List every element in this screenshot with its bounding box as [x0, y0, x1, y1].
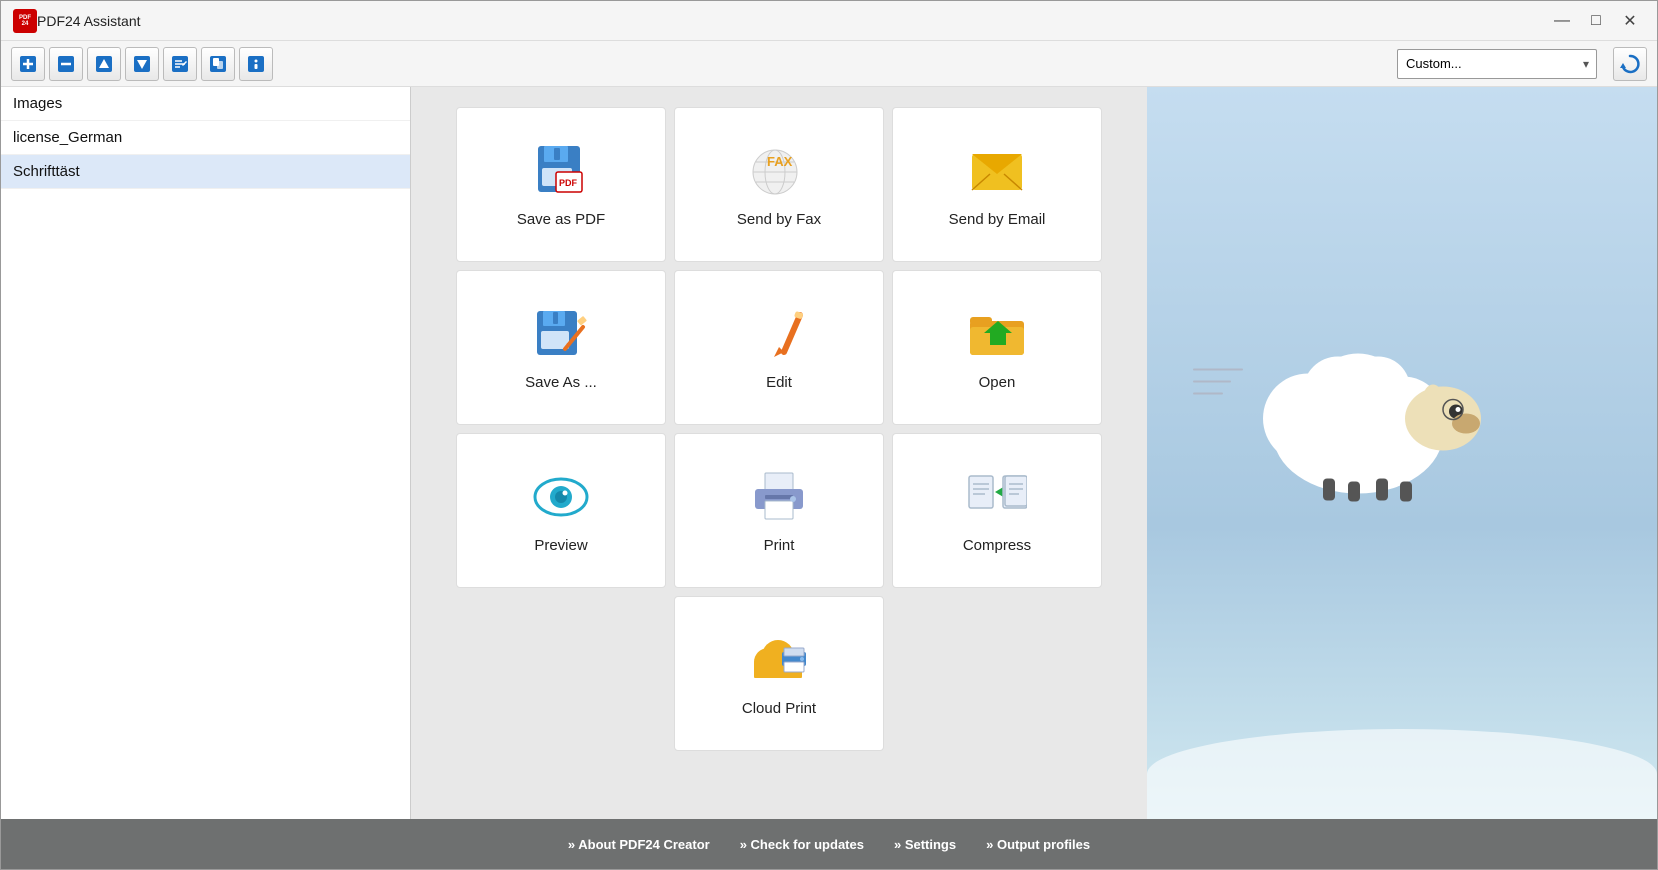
fax-icon: FAX — [749, 141, 809, 201]
minimize-button[interactable]: — — [1547, 8, 1577, 34]
cloud-print-label: Cloud Print — [742, 700, 816, 717]
print-label: Print — [764, 537, 795, 554]
add-icon — [18, 54, 38, 74]
refresh-icon — [1619, 53, 1641, 75]
sidebar-item-schriftfast[interactable]: Schrifttäst — [1, 155, 410, 189]
save-as-tile[interactable]: Save As ... — [456, 270, 666, 425]
add-button[interactable] — [11, 47, 45, 81]
minus-icon — [56, 54, 76, 74]
sidebar-item-images[interactable]: Images — [1, 87, 410, 121]
open-tile[interactable]: Open — [892, 270, 1102, 425]
preview-background — [1147, 87, 1657, 819]
snow-hill — [1147, 729, 1657, 819]
info-icon — [246, 54, 266, 74]
preview-panel — [1147, 87, 1657, 819]
send-by-email-label: Send by Email — [949, 211, 1046, 228]
updates-link[interactable]: Check for updates — [740, 837, 864, 852]
arrow-down-icon — [132, 54, 152, 74]
sidebar: Images license_German Schrifttäst — [1, 87, 411, 819]
bottom-bar: About PDF24 Creator Check for updates Se… — [1, 819, 1657, 869]
info-button[interactable] — [239, 47, 273, 81]
sidebar-item-license-german[interactable]: license_German — [1, 121, 410, 155]
pages-icon — [208, 54, 228, 74]
main-content: Images license_German Schrifttäst — [1, 87, 1657, 819]
send-by-email-tile[interactable]: Send by Email — [892, 107, 1102, 262]
dropdown-wrapper: Custom... Default High Quality Small Fil… — [1397, 49, 1597, 79]
close-button[interactable]: ✕ — [1615, 8, 1645, 34]
move-down-button[interactable] — [125, 47, 159, 81]
svg-text:FAX: FAX — [767, 154, 793, 169]
move-up-button[interactable] — [87, 47, 121, 81]
compress-tile[interactable]: Compress — [892, 433, 1102, 588]
print-icon — [751, 467, 807, 527]
send-by-fax-tile[interactable]: FAX Send by Fax — [674, 107, 884, 262]
motion-lines — [1193, 369, 1243, 395]
title-bar: PDF24 PDF24 Assistant — □ ✕ — [1, 1, 1657, 41]
profiles-link[interactable]: Output profiles — [986, 837, 1090, 852]
sheep-svg — [1248, 324, 1528, 504]
pages-button[interactable] — [201, 47, 235, 81]
refresh-button[interactable] — [1613, 47, 1647, 81]
remove-button[interactable] — [49, 47, 83, 81]
edit-tile[interactable]: Edit — [674, 270, 884, 425]
action-area: PDF Save as PDF FAX — [411, 87, 1147, 819]
settings-link[interactable]: Settings — [894, 837, 956, 852]
profile-select[interactable]: Custom... Default High Quality Small Fil… — [1397, 49, 1597, 79]
email-icon — [968, 141, 1026, 201]
sheep-illustration — [1248, 324, 1528, 509]
save-as-label: Save As ... — [525, 374, 597, 391]
save-as-icon — [533, 304, 589, 364]
preview-tile[interactable]: Preview — [456, 433, 666, 588]
edit-list-button[interactable] — [163, 47, 197, 81]
open-folder-icon — [968, 304, 1026, 364]
toolbar: Custom... Default High Quality Small Fil… — [1, 41, 1657, 87]
maximize-button[interactable]: □ — [1581, 8, 1611, 34]
arrow-up-icon — [94, 54, 114, 74]
open-label: Open — [979, 374, 1016, 391]
compress-label: Compress — [963, 537, 1031, 554]
print-tile[interactable]: Print — [674, 433, 884, 588]
window-controls: — □ ✕ — [1547, 8, 1645, 34]
preview-icon — [532, 467, 590, 527]
edit-label: Edit — [766, 374, 792, 391]
save-as-pdf-label: Save as PDF — [517, 211, 605, 228]
pencil-list-icon — [170, 54, 190, 74]
save-pdf-icon: PDF — [532, 141, 590, 201]
cloud-print-icon — [746, 630, 812, 690]
svg-text:PDF: PDF — [559, 178, 578, 188]
compress-icon — [967, 467, 1027, 527]
profile-dropdown-wrapper: Custom... Default High Quality Small Fil… — [1397, 49, 1597, 79]
preview-label: Preview — [534, 537, 587, 554]
send-by-fax-label: Send by Fax — [737, 211, 821, 228]
app-title: PDF24 Assistant — [37, 13, 1547, 29]
edit-icon — [754, 304, 804, 364]
about-link[interactable]: About PDF24 Creator — [568, 837, 710, 852]
cloud-print-tile[interactable]: Cloud Print — [674, 596, 884, 751]
save-as-pdf-tile[interactable]: PDF Save as PDF — [456, 107, 666, 262]
app-logo: PDF24 — [13, 9, 37, 33]
action-grid: PDF Save as PDF FAX — [456, 107, 1102, 751]
